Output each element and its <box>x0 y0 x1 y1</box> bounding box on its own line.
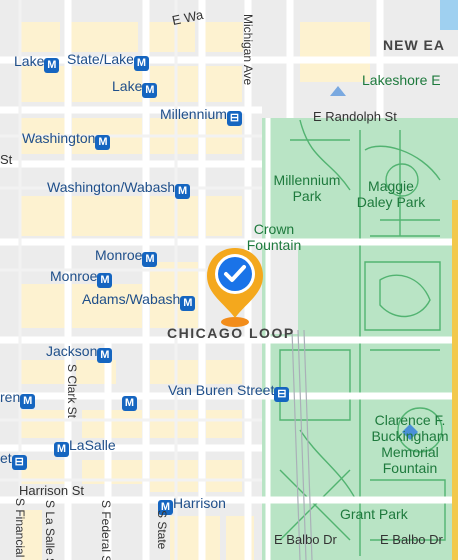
lake-water <box>440 0 458 30</box>
metro-icon: M <box>142 252 158 267</box>
station-adams-wabash[interactable]: Adams/Wabash M <box>82 291 196 311</box>
station-jackson[interactable]: Jackson M <box>46 343 113 363</box>
station-lake[interactable]: Lake M <box>112 78 158 98</box>
station-van-buren-metro[interactable]: M <box>122 391 137 411</box>
train-icon: ⊟ <box>274 387 290 402</box>
metro-icon: M <box>54 442 69 457</box>
train-icon: ⊟ <box>226 111 242 126</box>
metro-icon: M <box>122 396 137 411</box>
station-lake-left[interactable]: Lake M <box>14 53 60 73</box>
station-monroe-1[interactable]: Monroe M <box>95 247 158 267</box>
street-label-michigan: Michigan Ave <box>241 14 255 86</box>
metro-icon: M <box>180 296 196 311</box>
station-monroe-2[interactable]: Monroe M <box>50 268 113 288</box>
street-label-randolph: E Randolph St <box>313 109 397 124</box>
street-label-clark: S Clark St <box>65 364 79 419</box>
station-van-buren-street[interactable]: Van Buren Street ⊟ <box>168 382 290 402</box>
map-view[interactable]: E Wa Michigan Ave NEW EA Lakeshore E Lak… <box>0 0 458 560</box>
park-label-buckingham: Clarence F. Buckingham Memorial Fountain <box>371 412 449 476</box>
street-label-federal: S Federal St <box>99 500 113 560</box>
metro-icon: M <box>142 83 158 98</box>
place-label-lakeshore: Lakeshore E <box>362 72 441 88</box>
street-label-financial: S Financial <box>13 498 27 558</box>
metro-icon: M <box>20 394 36 409</box>
park-label-maggie-daley: Maggie Daley Park <box>356 178 426 210</box>
park-label-grant: Grant Park <box>340 506 408 522</box>
street-label-balbo-e: E Balbo Dr <box>380 532 443 547</box>
station-millennium[interactable]: Millennium ⊟ <box>160 106 242 126</box>
metro-icon: M <box>97 273 113 288</box>
street-label-st: St <box>0 152 13 167</box>
station-state-lake[interactable]: State/Lake M <box>67 51 149 71</box>
train-icon: ⊟ <box>11 455 27 470</box>
metro-icon: M <box>133 56 149 71</box>
station-ren[interactable]: ren M <box>0 389 36 409</box>
metro-icon: M <box>95 135 111 150</box>
street-label-state: S State <box>155 510 169 550</box>
metro-icon: M <box>44 58 60 73</box>
station-washington-wabash[interactable]: Washington/Wabash M <box>47 179 191 199</box>
street-label-lasalle: S La Salle St <box>43 500 57 560</box>
station-et[interactable]: et ⊟ <box>0 450 27 470</box>
place-label-new-eastside: NEW EA <box>383 37 445 53</box>
station-lasalle[interactable]: M LaSalle <box>54 437 116 457</box>
metro-icon: M <box>97 348 113 363</box>
metro-icon: M <box>175 184 191 199</box>
street-label-harrison: Harrison St <box>19 483 85 498</box>
station-washington[interactable]: Washington M <box>22 130 111 150</box>
street-label-balbo-w: E Balbo Dr <box>274 532 337 547</box>
park-label-millennium: Millennium Park <box>273 172 341 204</box>
location-pin-icon[interactable] <box>205 246 265 328</box>
